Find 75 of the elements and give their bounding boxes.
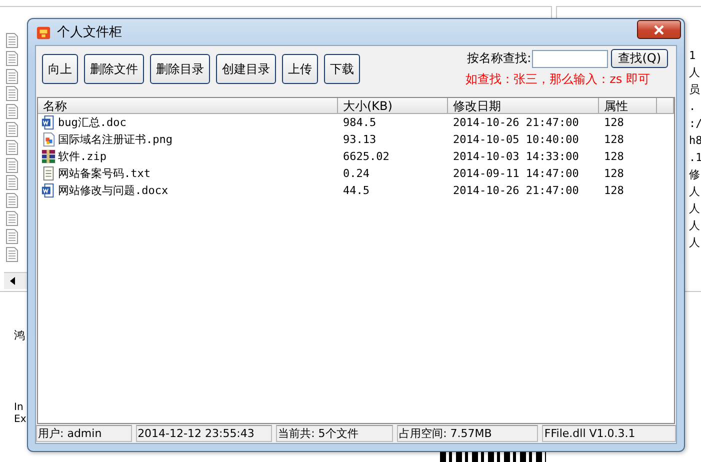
status-field: FFile.dll V1.0.3.1	[542, 425, 676, 442]
status-field: 2014-12-12 23:55:43	[136, 425, 272, 442]
text-fragment: 员	[689, 83, 700, 96]
file-size: 0.24	[342, 166, 370, 182]
text-fragment: .	[689, 100, 696, 113]
toolbar-button[interactable]: 创建目录	[216, 54, 276, 84]
close-button[interactable]	[637, 20, 681, 39]
status-field: 占用空间: 7.57MB	[397, 425, 538, 442]
file-attribute: 128	[603, 183, 625, 199]
file-attribute: 128	[603, 132, 625, 148]
text-fragment: Ex	[14, 414, 26, 426]
modified-date: 2014-10-26 21:47:00	[452, 183, 580, 199]
document-icon	[5, 50, 19, 66]
status-field: 当前共: 5个文件	[276, 425, 394, 442]
column-header[interactable]: 名称	[38, 98, 338, 114]
document-icon	[5, 140, 19, 155]
file-name[interactable]: 国际域名注册证书.png	[58, 131, 172, 148]
text-fragment: 人	[689, 66, 700, 79]
text-file-icon	[41, 166, 56, 181]
file-name[interactable]: 网站修改与问题.docx	[58, 182, 168, 199]
column-header-blank	[657, 98, 674, 114]
document-icon	[5, 104, 19, 120]
left-arrow-icon	[10, 277, 15, 285]
text-fragment: 人	[689, 202, 700, 215]
file-attribute: 128	[603, 149, 625, 165]
toolbar-button[interactable]: 向上	[42, 54, 78, 84]
modified-date: 2014-10-26 21:47:00	[452, 115, 580, 131]
word-document-icon	[41, 183, 56, 198]
file-attribute: 128	[603, 166, 625, 182]
file-name[interactable]: 软件.zip	[58, 148, 106, 165]
file-size: 44.5	[342, 183, 370, 199]
document-icon	[5, 193, 19, 208]
document-icon	[5, 228, 19, 244]
document-icon	[5, 175, 19, 190]
toolbar-button[interactable]: 删除目录	[150, 54, 210, 84]
text-fragment: 人	[689, 185, 700, 198]
close-icon	[654, 24, 664, 34]
file-name[interactable]: bug汇总.doc	[58, 114, 126, 131]
document-icon	[5, 210, 19, 226]
text-fragment: 人	[689, 219, 700, 232]
modified-date: 2014-10-03 14:33:00	[452, 149, 580, 165]
file-size: 6625.02	[342, 149, 390, 165]
file-size: 93.13	[342, 132, 378, 148]
text-fragment: In	[14, 402, 24, 414]
archive-books-icon	[41, 149, 56, 164]
text-fragment: 鸿	[14, 328, 25, 343]
column-header[interactable]: 修改日期	[448, 98, 599, 114]
column-header[interactable]: 大小(KB)	[338, 98, 448, 114]
document-icon	[5, 68, 19, 84]
cabinet-icon	[36, 24, 51, 40]
text-fragment: 人	[689, 236, 700, 249]
file-attribute: 128	[603, 115, 625, 131]
find-button[interactable]: 查找(Q)	[611, 49, 668, 68]
search-label: 按名称查找:	[467, 50, 532, 67]
document-icon	[5, 86, 19, 102]
search-field[interactable]	[532, 50, 608, 68]
file-name[interactable]: 网站备案号码.txt	[58, 165, 150, 182]
word-document-icon	[41, 115, 56, 130]
toolbar-button[interactable]: 下载	[324, 54, 360, 84]
document-icon	[5, 246, 19, 262]
status-field: 用户: admin	[36, 425, 132, 442]
toolbar-button[interactable]: 删除文件	[84, 54, 144, 84]
text-fragment: 1	[689, 49, 696, 62]
text-fragment: 修	[689, 168, 700, 181]
document-icon	[5, 122, 19, 137]
file-size: 984.5	[342, 115, 378, 131]
document-icon	[5, 158, 19, 173]
window-title: 个人文件柜	[57, 24, 122, 41]
image-file-icon	[41, 132, 56, 147]
toolbar-button[interactable]: 上传	[282, 54, 318, 84]
document-icon	[5, 33, 19, 48]
modified-date: 2014-10-05 10:40:00	[452, 132, 580, 148]
column-header[interactable]: 属性	[599, 98, 657, 114]
search-hint: 如查找：张三，那么输入：zs 即可	[466, 71, 651, 88]
modified-date: 2014-09-11 14:47:00	[452, 166, 580, 182]
